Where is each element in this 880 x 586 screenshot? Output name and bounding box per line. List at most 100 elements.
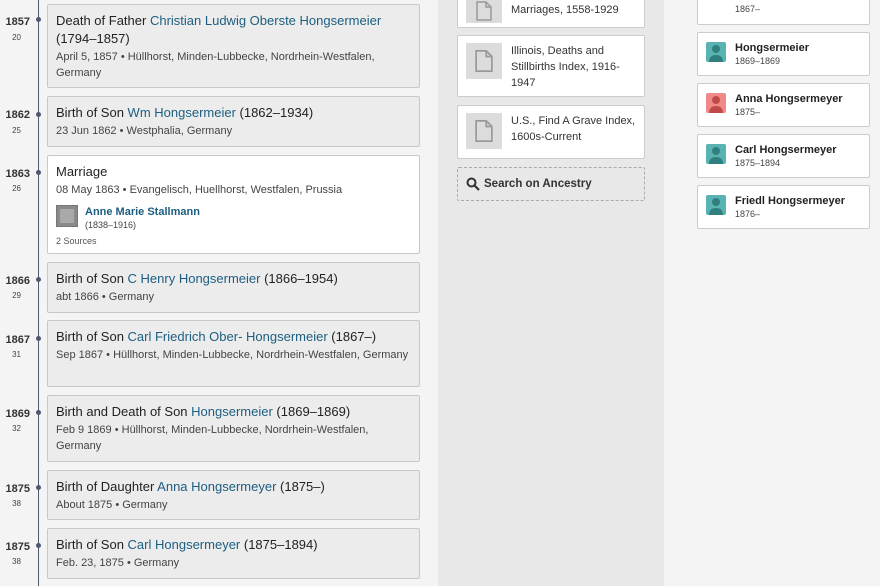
spouse[interactable]: Anne Marie Stallmann (1838–1916) bbox=[56, 205, 411, 232]
search-on-ancestry-button[interactable]: Search on Ancestry bbox=[457, 167, 645, 201]
male-avatar-icon bbox=[706, 195, 726, 215]
source-card[interactable]: U.S., Find A Grave Index, 1600s-Current bbox=[457, 105, 645, 159]
person-years: (1866–1954) bbox=[260, 271, 338, 286]
person-name[interactable]: Hongsermeier bbox=[735, 41, 809, 55]
event-type: Birth of Son bbox=[56, 329, 128, 344]
event-type: Birth of Son bbox=[56, 105, 128, 120]
person-link[interactable]: C Henry Hongsermeier bbox=[128, 271, 261, 286]
event-age: 26 bbox=[12, 184, 21, 193]
person-link[interactable]: Anna Hongsermeyer bbox=[157, 479, 276, 494]
event-type: Death of Father bbox=[56, 13, 150, 28]
search-icon bbox=[466, 177, 480, 191]
event-title: Birth of Son Wm Hongsermeier (1862–1934) bbox=[56, 104, 411, 122]
timeline-dot bbox=[36, 410, 41, 415]
event-detail: About 1875 • Germany bbox=[56, 499, 168, 511]
family-member-card[interactable]: 1867– bbox=[697, 0, 870, 25]
event-title: Birth of Daughter Anna Hongsermeyer (187… bbox=[56, 478, 411, 496]
document-icon bbox=[466, 113, 502, 149]
timeline-dot bbox=[36, 112, 41, 117]
event-year: 1875 bbox=[5, 541, 30, 553]
event-age: 31 bbox=[12, 350, 21, 359]
source-title[interactable]: Marriages, 1558-1929 bbox=[511, 2, 619, 20]
event-year: 1866 bbox=[5, 275, 30, 287]
source-card[interactable]: Marriages, 1558-1929 bbox=[457, 0, 645, 28]
person-years: 1867– bbox=[735, 4, 761, 14]
event-age: 38 bbox=[12, 557, 21, 566]
event-card[interactable]: Death of Father Christian Ludwig Oberste… bbox=[47, 4, 420, 88]
person-link[interactable]: Carl Hongsermeyer bbox=[128, 537, 241, 552]
event-card[interactable]: Birth of Daughter Anna Hongsermeyer (187… bbox=[47, 470, 420, 520]
event-card[interactable]: Birth of Son Wm Hongsermeier (1862–1934)… bbox=[47, 96, 420, 147]
family-member-card[interactable]: Friedl Hongsermeyer 1876– bbox=[697, 185, 870, 229]
event-type: Birth of Son bbox=[56, 537, 128, 552]
event-type: Birth of Son bbox=[56, 271, 128, 286]
event-year: 1867 bbox=[5, 334, 30, 346]
person-name[interactable]: Anna Hongsermeyer bbox=[735, 92, 843, 106]
source-title[interactable]: Illinois, Deaths and Stillbirths Index, … bbox=[511, 43, 636, 89]
timeline-line bbox=[38, 0, 39, 586]
male-avatar-icon bbox=[706, 144, 726, 164]
event-detail: Feb. 23, 1875 • Germany bbox=[56, 557, 180, 569]
event-year: 1863 bbox=[5, 168, 30, 180]
event-card[interactable]: Birth and Death of Son Hongsermeier (186… bbox=[47, 395, 420, 462]
event-detail: abt 1866 • Germany bbox=[56, 291, 155, 303]
person-years: (1862–1934) bbox=[235, 105, 314, 120]
person-name[interactable]: Friedl Hongsermeyer bbox=[735, 194, 845, 208]
person-years: 1876– bbox=[735, 209, 761, 219]
family-column: 1867– Hongsermeier 1869–1869 Anna Hongse… bbox=[664, 0, 880, 586]
event-title: Birth and Death of Son Hongsermeier (186… bbox=[56, 403, 411, 421]
person-link[interactable]: Carl Friedrich Ober- Hongsermeier bbox=[128, 329, 328, 344]
event-age: 29 bbox=[12, 291, 21, 300]
event-detail: Feb 9 1869 • Hüllhorst, Minden-Lubbecke,… bbox=[56, 424, 369, 452]
event-card[interactable]: Birth of Son Carl Friedrich Ober- Hongse… bbox=[47, 320, 420, 387]
document-icon bbox=[466, 0, 502, 23]
search-label: Search on Ancestry bbox=[484, 178, 592, 190]
person-name[interactable]: Carl Hongsermeyer bbox=[735, 143, 837, 157]
timeline-dot bbox=[36, 277, 41, 282]
event-type: Birth and Death of Son bbox=[56, 404, 192, 419]
person-years: (1867–) bbox=[327, 329, 377, 344]
source-title[interactable]: U.S., Find A Grave Index, 1600s-Current bbox=[511, 113, 636, 151]
event-year: 1875 bbox=[5, 483, 30, 495]
marriage-event-card[interactable]: Marriage 08 May 1863 • Evangelisch, Huel… bbox=[47, 155, 420, 254]
source-card[interactable]: Illinois, Deaths and Stillbirths Index, … bbox=[457, 35, 645, 97]
event-title: Birth of Son Carl Friedrich Ober- Hongse… bbox=[56, 328, 411, 346]
person-link[interactable]: Wm Hongsermeier bbox=[128, 105, 236, 120]
person-years: 1875–1894 bbox=[735, 158, 781, 168]
family-member-card[interactable]: Hongsermeier 1869–1869 bbox=[697, 32, 870, 76]
event-detail: Sep 1867 • Hüllhorst, Minden-Lubbecke, N… bbox=[56, 349, 409, 361]
event-age: 32 bbox=[12, 424, 21, 433]
event-age: 20 bbox=[12, 33, 21, 42]
male-avatar-icon bbox=[706, 42, 726, 62]
timeline-dot bbox=[36, 17, 41, 22]
event-age: 38 bbox=[12, 499, 21, 508]
timeline-dot bbox=[36, 336, 41, 341]
event-age: 25 bbox=[12, 126, 21, 135]
person-years: 1869–1869 bbox=[735, 56, 781, 66]
timeline-dot bbox=[36, 543, 41, 548]
female-avatar-icon bbox=[706, 93, 726, 113]
sources-column: Marriages, 1558-1929 Illinois, Deaths an… bbox=[438, 0, 664, 586]
spouse-name-link[interactable]: Anne Marie Stallmann bbox=[85, 205, 200, 219]
timeline-dot bbox=[36, 485, 41, 490]
event-card[interactable]: Birth of Son C Henry Hongsermeier (1866–… bbox=[47, 262, 420, 313]
person-years: (1875–) bbox=[276, 479, 325, 494]
person-link[interactable]: Hongsermeier bbox=[191, 404, 273, 419]
person-years: (1794–1857) bbox=[56, 31, 130, 46]
event-title: Death of Father Christian Ludwig Oberste… bbox=[56, 12, 411, 48]
event-card[interactable]: Birth of Son Carl Hongsermeyer (1875–189… bbox=[47, 528, 420, 579]
person-years: (1869–1869) bbox=[272, 404, 351, 419]
event-detail: 23 Jun 1862 • Westphalia, Germany bbox=[56, 125, 233, 137]
sources-count[interactable]: 2 Sources bbox=[56, 236, 411, 246]
family-member-card[interactable]: Carl Hongsermeyer 1875–1894 bbox=[697, 134, 870, 178]
event-detail: 08 May 1863 • Evangelisch, Huellhorst, W… bbox=[56, 184, 343, 196]
family-member-card[interactable]: Anna Hongsermeyer 1875– bbox=[697, 83, 870, 127]
document-icon bbox=[466, 43, 502, 79]
spouse-years: (1838–1916) bbox=[85, 220, 137, 230]
event-year: 1869 bbox=[5, 408, 30, 420]
person-link[interactable]: Christian Ludwig Oberste Hongsermeier bbox=[150, 13, 381, 28]
event-title: Birth of Son Carl Hongsermeyer (1875–189… bbox=[56, 536, 411, 554]
timeline-dot bbox=[36, 170, 41, 175]
person-years: (1875–1894) bbox=[240, 537, 318, 552]
event-year: 1862 bbox=[5, 109, 30, 121]
